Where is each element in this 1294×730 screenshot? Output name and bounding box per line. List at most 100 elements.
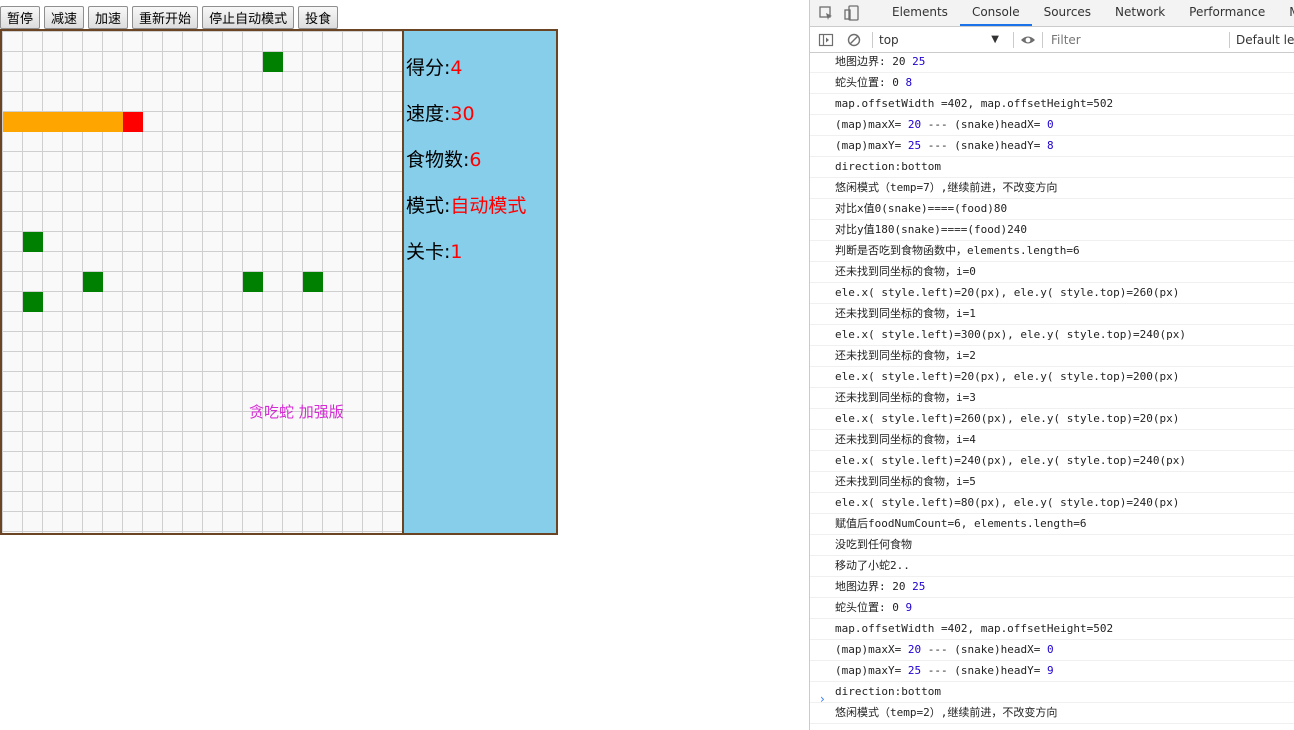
snake-body-segment	[83, 112, 103, 132]
devtools-panel: Elements Console Sources Network Perform…	[809, 0, 1294, 730]
speed-up-button[interactable]: 加速	[88, 6, 129, 29]
console-line: 蛇头位置: 0 9	[810, 598, 1294, 619]
console-number: 25	[907, 664, 922, 677]
console-text: 还未找到同坐标的食物，i=4	[835, 433, 976, 446]
console-text: ele.x( style.left)=240(px), ele.y( style…	[835, 454, 1186, 467]
console-line: ele.x( style.left)=300(px), ele.y( style…	[810, 325, 1294, 346]
food-item	[243, 272, 263, 292]
console-filter-input[interactable]	[1049, 29, 1223, 50]
food-count-label: 食物数:	[406, 149, 470, 171]
level-label: 关卡:	[406, 241, 451, 263]
console-text: 移动了小蛇2..	[835, 559, 910, 572]
console-line: 赋值后foodNumCount=6, elements.length=6	[810, 514, 1294, 535]
console-text: (map)maxX=	[835, 118, 908, 131]
info-panel: 得分:4 速度:30 食物数:6 模式:自动模式 关卡:1	[402, 29, 558, 535]
console-line: ele.x( style.left)=20(px), ele.y( style.…	[810, 367, 1294, 388]
eye-icon[interactable]	[1020, 32, 1036, 48]
console-number: 25	[912, 55, 926, 68]
console-text: 对比x值0(snake)====(food)80	[835, 202, 1008, 215]
context-selector[interactable]: top ▼	[879, 33, 1007, 47]
console-line: ele.x( style.left)=80(px), ele.y( style.…	[810, 493, 1294, 514]
console-line: direction:bottom	[810, 157, 1294, 178]
snake-body-segment	[23, 112, 43, 132]
snake-head	[123, 112, 143, 132]
food-count-value: 6	[469, 149, 482, 171]
mode-stat: 模式:自动模式	[406, 191, 526, 218]
console-line: 对比y值180(snake)====(food)240	[810, 220, 1294, 241]
tab-memory[interactable]: Memory	[1277, 0, 1294, 26]
inspect-element-icon[interactable]	[818, 5, 834, 21]
score-value: 4	[450, 57, 463, 79]
filterbar-divider	[1229, 31, 1230, 48]
stop-auto-mode-button[interactable]: 停止自动模式	[202, 6, 295, 29]
console-text: 对比y值180(snake)====(food)240	[835, 223, 1027, 236]
food-item	[303, 272, 323, 292]
tab-network[interactable]: Network	[1103, 0, 1177, 26]
console-line: 地图边界: 20 25	[810, 577, 1294, 598]
console-number: 25	[912, 580, 926, 593]
console-line: 对比x值0(snake)====(food)80	[810, 199, 1294, 220]
tab-elements[interactable]: Elements	[880, 0, 960, 26]
device-toolbar-icon[interactable]	[844, 5, 860, 21]
food-item	[23, 232, 43, 252]
log-levels-dropdown[interactable]: Default le	[1236, 33, 1294, 47]
slow-down-button[interactable]: 减速	[44, 6, 85, 29]
console-text: direction:bottom	[835, 160, 941, 173]
mode-value: 自动模式	[450, 195, 527, 217]
snake-body-segment	[63, 112, 83, 132]
console-line: 地图边界: 20 25	[810, 52, 1294, 73]
food-item	[23, 292, 43, 312]
console-text: 还未找到同坐标的食物，i=0	[835, 265, 976, 278]
restart-button[interactable]: 重新开始	[132, 6, 199, 29]
console-text: (map)maxY=	[835, 139, 908, 152]
feed-button[interactable]: 投食	[298, 6, 339, 29]
game-toolbar: 暂停 减速 加速 重新开始 停止自动模式 投食	[0, 6, 339, 30]
score-label: 得分:	[406, 57, 451, 79]
snake-body-segment	[43, 112, 63, 132]
console-line: (map)maxY= 25 --- (snake)headY= 9	[810, 661, 1294, 682]
console-text: 悠闲模式（temp=7）,继续前进，不改变方向	[835, 181, 1058, 194]
console-number: 9	[1046, 664, 1054, 677]
console-text: map.offsetWidth =402, map.offsetHeight=5…	[835, 97, 1114, 110]
console-text: 悠闲模式（temp=2）,继续前进，不改变方向	[835, 706, 1058, 719]
console-messages: 地图边界: 20 25 蛇头位置: 0 8 map.offsetWidth =402…	[810, 52, 1294, 724]
console-text: ele.x( style.left)=80(px), ele.y( style.…	[835, 496, 1180, 509]
pause-button[interactable]: 暂停	[0, 6, 41, 29]
level-stat: 关卡:1	[406, 237, 463, 264]
console-text: --- (snake)headY=	[921, 139, 1047, 152]
clear-console-icon[interactable]	[846, 32, 862, 48]
console-text: 还未找到同坐标的食物，i=3	[835, 391, 976, 404]
console-line: direction:bottom	[810, 682, 1294, 703]
console-text: 赋值后foodNumCount=6, elements.length=6	[835, 517, 1087, 530]
console-text: (map)maxX=	[835, 643, 908, 656]
food-item	[83, 272, 103, 292]
game-caption: 贪吃蛇 加强版	[249, 403, 344, 421]
console-line: 蛇头位置: 0 8	[810, 73, 1294, 94]
console-line: (map)maxX= 20 --- (snake)headX= 0	[810, 115, 1294, 136]
speed-stat: 速度:30	[406, 99, 475, 126]
console-line: 悠闲模式（temp=2）,继续前进，不改变方向	[810, 703, 1294, 724]
mode-label: 模式:	[406, 195, 451, 217]
snake-body-segment	[3, 112, 23, 132]
food-count-stat: 食物数:6	[406, 145, 482, 172]
console-line: (map)maxX= 20 --- (snake)headX= 0	[810, 640, 1294, 661]
tab-console[interactable]: Console	[959, 0, 1032, 26]
sidebar-toggle-icon[interactable]	[818, 32, 834, 48]
snake-body-segment	[103, 112, 123, 132]
console-line: ele.x( style.left)=20(px), ele.y( style.…	[810, 283, 1294, 304]
console-number: 0	[1046, 118, 1054, 131]
console-text: 判断是否吃到食物函数中，elements.length=6	[835, 244, 1080, 257]
console-text: ele.x( style.left)=20(px), ele.y( style.…	[835, 286, 1180, 299]
console-line: map.offsetWidth =402, map.offsetHeight=5…	[810, 94, 1294, 115]
tab-performance[interactable]: Performance	[1177, 0, 1277, 26]
tab-sources[interactable]: Sources	[1032, 0, 1103, 26]
console-line: (map)maxY= 25 --- (snake)headY= 8	[810, 136, 1294, 157]
console-line: ele.x( style.left)=260(px), ele.y( style…	[810, 409, 1294, 430]
console-text: 地图边界: 20	[835, 580, 913, 593]
console-text: 还未找到同坐标的食物，i=2	[835, 349, 976, 362]
console-prompt[interactable]: ›	[820, 692, 825, 706]
filterbar-divider	[872, 31, 873, 48]
console-number: 8	[1046, 139, 1054, 152]
devtools-tabbar: Elements Console Sources Network Perform…	[810, 0, 1294, 27]
console-number: 20	[907, 118, 922, 131]
